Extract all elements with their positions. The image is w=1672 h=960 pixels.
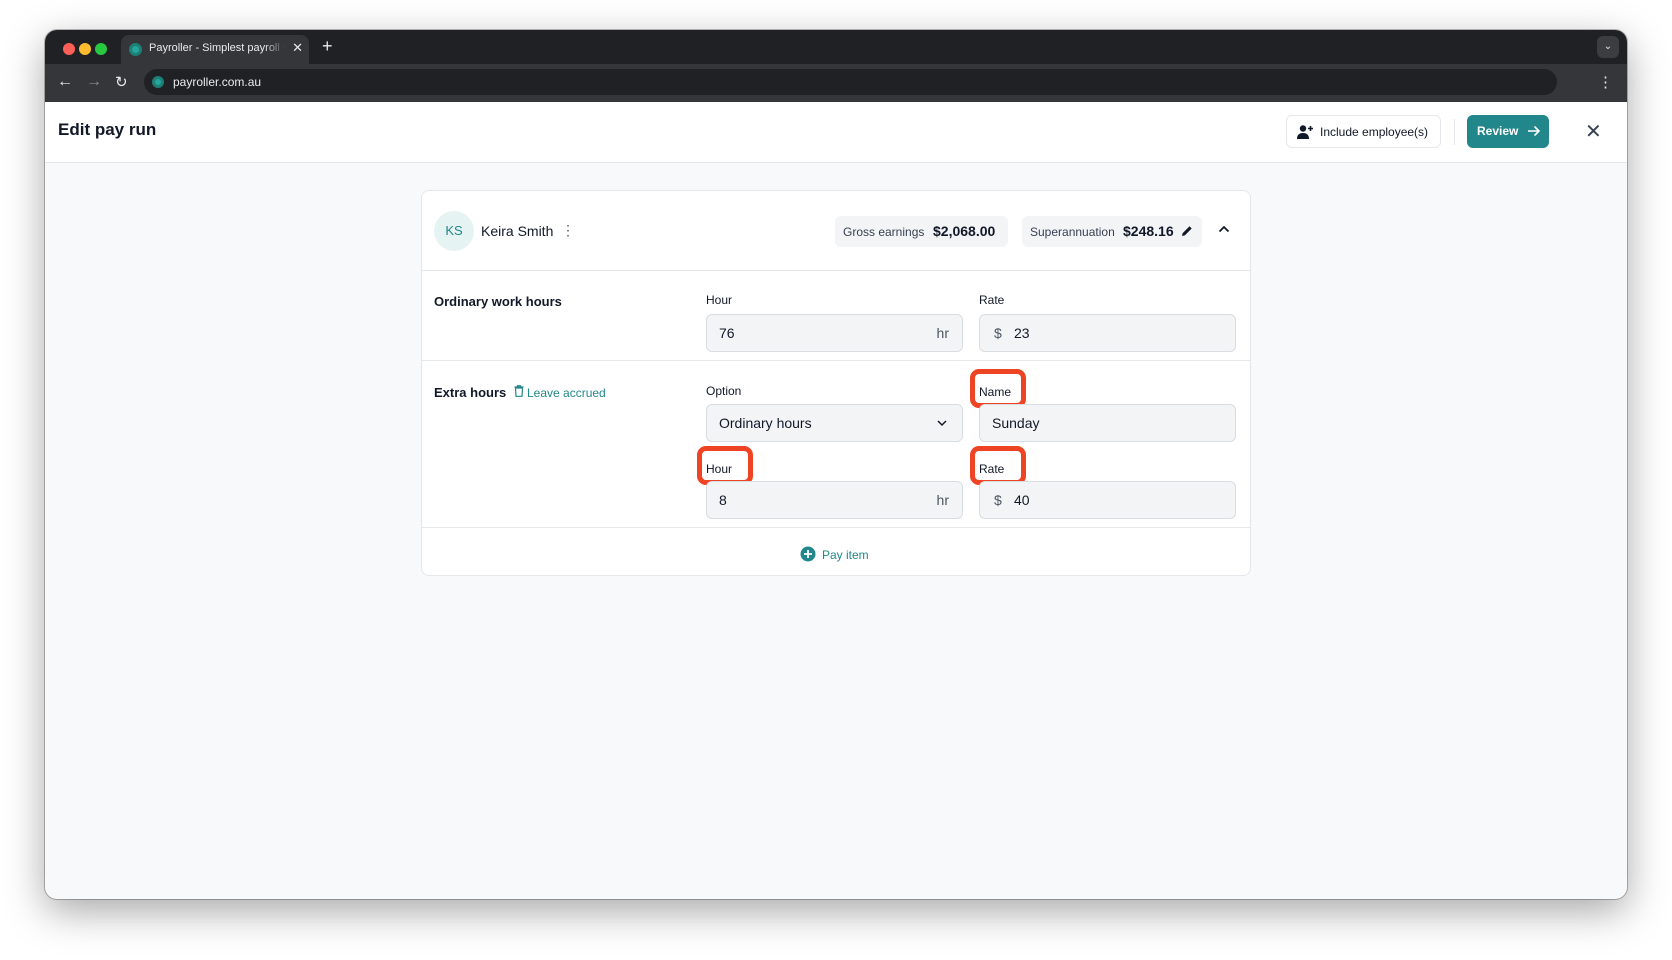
close-icon[interactable]: ✕ <box>1585 119 1602 144</box>
plus-circle-icon <box>800 546 816 562</box>
url-text: payroller.com.au <box>173 75 262 89</box>
extra-option-select[interactable]: Ordinary hours <box>706 404 963 442</box>
browser-window: Payroller - Simplest payroll software ✕ … <box>45 30 1627 899</box>
app-header: Edit pay run Include employee(s) Review … <box>45 102 1627 163</box>
section-divider <box>422 360 1250 361</box>
extra-rate-currency: $ <box>994 492 1002 508</box>
edit-pencil-icon[interactable] <box>1180 224 1194 238</box>
pay-item-divider <box>422 527 1250 528</box>
extra-hour-input[interactable]: 8 hr <box>706 481 963 519</box>
header-divider <box>1454 119 1455 145</box>
ordinary-hour-unit: hr <box>936 325 949 341</box>
ordinary-rate-value: 23 <box>1014 325 1030 341</box>
leave-accrued-link[interactable]: Leave accrued <box>527 386 606 400</box>
superannuation-label: Superannuation <box>1030 225 1115 239</box>
ordinary-rate-label: Rate <box>979 293 1005 307</box>
extra-name-input[interactable]: Sunday <box>979 404 1236 442</box>
tab-close-icon[interactable]: ✕ <box>292 40 303 56</box>
review-button[interactable]: Review <box>1467 115 1549 148</box>
extra-rate-label: Rate <box>970 446 1026 485</box>
chevron-down-icon <box>937 420 947 427</box>
include-employees-button[interactable]: Include employee(s) <box>1286 115 1441 148</box>
forward-arrow-icon[interactable]: → <box>86 73 102 91</box>
extra-name-value: Sunday <box>992 415 1040 431</box>
address-bar-row: ← → ↻ payroller.com.au ⋮ <box>45 64 1627 102</box>
extra-option-value: Ordinary hours <box>719 415 812 431</box>
trash-icon[interactable] <box>514 385 524 397</box>
extra-rate-input[interactable]: $ 40 <box>979 481 1236 519</box>
arrow-right-icon <box>1528 125 1541 137</box>
extra-hours-title: Extra hours <box>434 385 507 400</box>
avatar: KS <box>434 211 474 251</box>
close-window-button[interactable] <box>63 43 75 55</box>
card-divider <box>422 270 1250 271</box>
gross-earnings-value: $2,068.00 <box>933 223 996 239</box>
ordinary-rate-currency: $ <box>994 325 1002 341</box>
pay-item-label: Pay item <box>822 548 869 562</box>
browser-tab[interactable]: Payroller - Simplest payroll software ✕ <box>121 35 309 64</box>
ordinary-hour-value: 76 <box>719 325 735 341</box>
extra-name-label: Name <box>970 369 1026 408</box>
employee-pay-card: KS Keira Smith ⋮ Gross earnings $2,068.0… <box>421 190 1251 576</box>
employee-name: Keira Smith <box>481 223 554 239</box>
browser-menu-icon[interactable]: ⋮ <box>1598 73 1613 91</box>
tab-title: Payroller - Simplest payroll software <box>149 42 285 54</box>
add-user-icon <box>1297 125 1313 139</box>
maximize-window-button[interactable] <box>95 43 107 55</box>
back-arrow-icon[interactable]: ← <box>57 73 73 91</box>
superannuation-value: $248.16 <box>1123 223 1174 239</box>
minimize-window-button[interactable] <box>79 43 91 55</box>
extra-rate-value: 40 <box>1014 492 1030 508</box>
review-label: Review <box>1477 124 1519 138</box>
reload-icon[interactable]: ↻ <box>115 73 128 91</box>
extra-hour-value: 8 <box>719 492 727 508</box>
page-title: Edit pay run <box>58 120 157 139</box>
include-employees-label: Include employee(s) <box>1320 125 1429 139</box>
tab-search-chevron-icon[interactable]: ⌄ <box>1597 36 1619 58</box>
site-info-icon[interactable] <box>152 76 164 88</box>
new-tab-button[interactable]: + <box>322 36 333 57</box>
extra-hour-label: Hour <box>697 446 753 485</box>
url-field[interactable]: payroller.com.au <box>144 69 1557 95</box>
ordinary-work-hours-title: Ordinary work hours <box>434 294 562 309</box>
extra-option-label: Option <box>706 384 742 398</box>
ordinary-hour-label: Hour <box>706 293 733 307</box>
gross-earnings-label: Gross earnings <box>843 225 925 239</box>
extra-hour-unit: hr <box>936 492 949 508</box>
tab-bar: Payroller - Simplest payroll software ✕ … <box>45 30 1627 64</box>
chevron-up-icon[interactable] <box>1217 222 1231 236</box>
ordinary-rate-input[interactable]: $ 23 <box>979 314 1236 352</box>
gross-earnings-badge: Gross earnings $2,068.00 <box>835 216 1008 247</box>
ordinary-hour-input[interactable]: 76 hr <box>706 314 963 352</box>
payroller-favicon-icon <box>129 43 142 56</box>
employee-menu-icon[interactable]: ⋮ <box>561 222 575 239</box>
superannuation-badge: Superannuation $248.16 <box>1022 216 1202 247</box>
